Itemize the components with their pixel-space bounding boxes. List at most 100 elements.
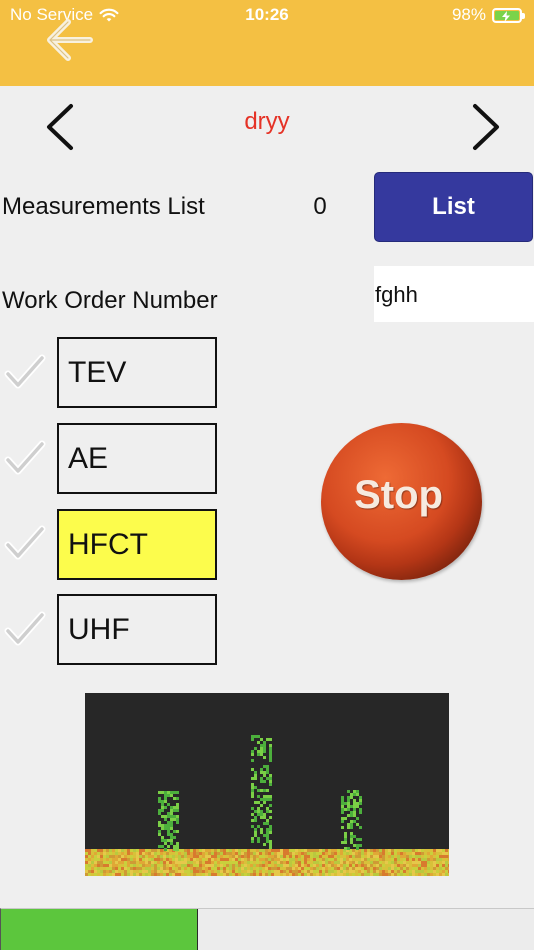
spectrum-noise-cell: [322, 861, 325, 864]
spectrum-pulse-cell: [167, 827, 170, 830]
spectrum-noise-cell: [256, 864, 259, 867]
spectrum-noise-cell: [442, 870, 445, 873]
spectrum-noise-cell: [163, 861, 166, 864]
spectrum-noise-cell: [211, 867, 214, 870]
spectrum-pulse-cell: [251, 768, 254, 771]
spectrum-noise-cell: [313, 855, 316, 858]
spectrum-noise-cell: [259, 870, 262, 873]
spectrum-noise-cell: [340, 858, 343, 861]
spectrum-noise-cell: [124, 867, 127, 870]
work-order-input[interactable]: fghh: [374, 266, 534, 322]
spectrum-noise-cell: [343, 861, 346, 864]
spectrum-noise-cell: [136, 873, 139, 876]
spectrum-noise-cell: [148, 852, 151, 855]
progress-bar: [0, 908, 534, 950]
spectrum-noise-cell: [301, 861, 304, 864]
spectrum-noise-cell: [223, 861, 226, 864]
spectrum-noise-cell: [289, 867, 292, 870]
spectrum-noise-cell: [247, 870, 250, 873]
list-button[interactable]: List: [374, 172, 533, 242]
checkmark-icon[interactable]: [4, 438, 46, 478]
spectrum-noise-cell: [280, 858, 283, 861]
spectrum-pulse-cell: [341, 841, 344, 844]
spectrum-noise-cell: [211, 873, 214, 876]
spectrum-noise-cell: [250, 870, 253, 873]
spectrum-noise-cell: [184, 864, 187, 867]
spectrum-noise-cell: [358, 861, 361, 864]
stop-button[interactable]: Stop: [321, 423, 482, 580]
spectrum-pulse-cell: [356, 793, 359, 796]
next-button[interactable]: [466, 100, 506, 154]
spectrum-pulse-cell: [176, 791, 179, 794]
spectrum-noise-cell: [421, 855, 424, 858]
checkmark-icon[interactable]: [4, 523, 46, 563]
spectrum-noise-cell: [298, 849, 301, 852]
spectrum-noise-cell: [262, 855, 265, 858]
spectrum-noise-cell: [241, 864, 244, 867]
spectrum-noise-cell: [184, 873, 187, 876]
spectrum-noise-cell: [163, 864, 166, 867]
spectrum-noise-cell: [424, 870, 427, 873]
spectrum-noise-cell: [403, 858, 406, 861]
spectrum-noise-cell: [247, 864, 250, 867]
spectrum-noise-cell: [403, 855, 406, 858]
spectrum-noise-cell: [334, 858, 337, 861]
sensor-uhf-button[interactable]: UHF: [57, 594, 217, 665]
spectrum-pulse-cell: [176, 830, 179, 833]
battery-level: [495, 10, 519, 22]
sensor-hfct-button[interactable]: HFCT: [57, 509, 217, 580]
previous-button[interactable]: [40, 100, 80, 154]
spectrum-pulse-cell: [257, 810, 260, 813]
spectrum-noise-cell: [214, 852, 217, 855]
spectrum-pulse-cell: [170, 842, 173, 845]
spectrum-noise-cell: [418, 861, 421, 864]
spectrum-noise-cell: [229, 858, 232, 861]
spectrum-noise-cell: [187, 858, 190, 861]
spectrum-noise-cell: [331, 861, 334, 864]
spectrum-noise-cell: [109, 867, 112, 870]
checkmark-icon[interactable]: [4, 352, 46, 392]
spectrum-pulse-cell: [161, 845, 164, 848]
spectrum-noise-cell: [151, 849, 154, 852]
spectrum-noise-cell: [118, 864, 121, 867]
spectrum-noise-cell: [400, 870, 403, 873]
spectrum-noise-cell: [301, 849, 304, 852]
spectrum-noise-cell: [400, 849, 403, 852]
spectrum-noise-cell: [427, 873, 430, 876]
spectrum-noise-cell: [274, 858, 277, 861]
spectrum-noise-cell: [352, 864, 355, 867]
spectrum-noise-cell: [328, 858, 331, 861]
spectrum-noise-cell: [415, 849, 418, 852]
spectrum-noise-cell: [430, 861, 433, 864]
spectrum-noise-cell: [202, 852, 205, 855]
spectrum-pulse-cell: [353, 844, 356, 847]
spectrum-noise-cell: [295, 858, 298, 861]
spectrum-noise-cell: [349, 867, 352, 870]
spectrum-noise-cell: [226, 870, 229, 873]
spectrum-noise-cell: [325, 867, 328, 870]
spectrum-noise-cell: [85, 855, 88, 858]
back-button[interactable]: [40, 16, 98, 64]
spectrum-noise-cell: [310, 873, 313, 876]
spectrum-noise-cell: [85, 867, 88, 870]
spectrum-noise-cell: [322, 855, 325, 858]
spectrum-noise-cell: [238, 855, 241, 858]
spectrum-pulse-cell: [170, 821, 173, 824]
sensor-ae-button[interactable]: AE: [57, 423, 217, 494]
status-right: 98%: [452, 5, 525, 25]
spectrum-pulse-cell: [167, 821, 170, 824]
spectrum-pulse-cell: [167, 794, 170, 797]
battery-icon: [492, 7, 525, 23]
spectrum-noise-cell: [352, 867, 355, 870]
spectrum-noise-cell: [289, 855, 292, 858]
spectrum-noise-cell: [427, 858, 430, 861]
spectrum-noise-cell: [325, 858, 328, 861]
spectrum-noise-cell: [166, 861, 169, 864]
spectrum-noise-cell: [181, 849, 184, 852]
spectrum-noise-cell: [355, 861, 358, 864]
spectrum-noise-cell: [424, 864, 427, 867]
checkmark-icon[interactable]: [4, 609, 46, 649]
spectrum-noise-cell: [406, 861, 409, 864]
spectrum-noise-cell: [289, 873, 292, 876]
sensor-tev-button[interactable]: TEV: [57, 337, 217, 408]
